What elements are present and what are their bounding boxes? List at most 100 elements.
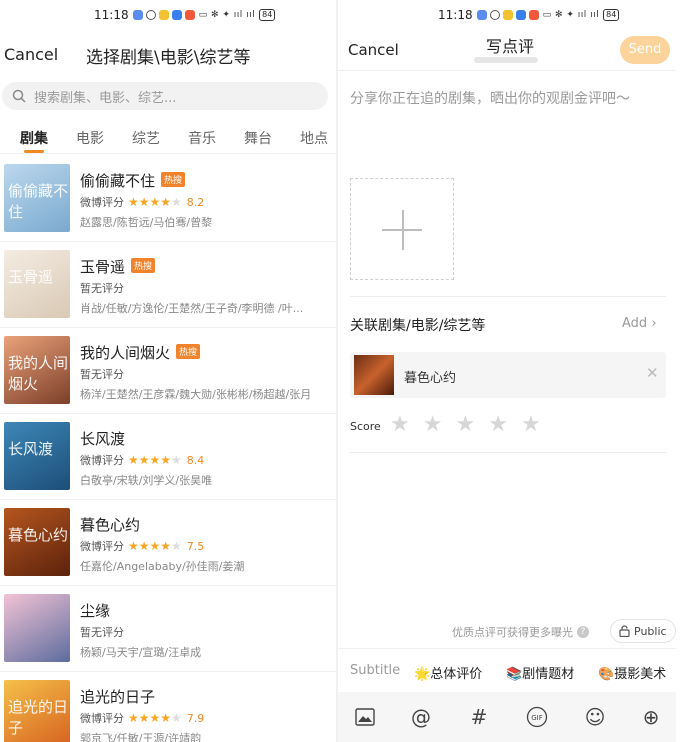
tab-variety[interactable]: 综艺 xyxy=(132,128,160,148)
item-title: 长风渡 xyxy=(80,430,126,448)
item-title: 偷偷藏不住 热搜 xyxy=(80,170,186,191)
page-title: 选择剧集\电影\综艺等 xyxy=(86,48,251,68)
add-image-button[interactable] xyxy=(350,178,454,280)
chevron-right-icon: › xyxy=(651,316,657,331)
related-works-label: 关联剧集/电影/综艺等 xyxy=(350,318,486,334)
item-title: 暮色心约 xyxy=(80,516,141,534)
topic-chips: Subtitle 🌟总体评价 📚剧情题材 🎨摄影美术 xyxy=(338,648,676,692)
cancel-button[interactable]: Cancel xyxy=(348,41,399,59)
tab-series[interactable]: 剧集 xyxy=(20,128,48,148)
status-app-icons xyxy=(476,10,539,20)
linked-work-title: 暮色心约 xyxy=(404,371,457,386)
chip-plot[interactable]: 📚剧情题材 xyxy=(506,663,574,682)
item-rating: 微博评分 ★★★★★ 7.5 xyxy=(80,539,205,553)
help-icon[interactable]: ? xyxy=(577,626,589,638)
rating-star-4[interactable]: ★ xyxy=(488,412,508,438)
search-bar[interactable]: 搜索剧集、电影、综艺... xyxy=(2,82,328,110)
item-title: 玉骨遥 热搜 xyxy=(80,256,156,277)
visibility-toggle[interactable]: Public xyxy=(610,619,676,643)
tab-stage[interactable]: 舞台 xyxy=(244,128,272,148)
hashtag-icon[interactable]: # xyxy=(466,704,492,730)
gif-label: GIF xyxy=(531,714,543,722)
list-item[interactable]: 暮色心约 暮色心约 微博评分 ★★★★★ 7.5 任嘉伦/Angelababy/孙佳雨/姜… xyxy=(0,500,336,586)
chip-overall[interactable]: 🌟总体评价 xyxy=(414,663,482,682)
poster-calligraphy: 我的人间烟火 xyxy=(8,354,69,393)
write-review-screen: 11:18 ▭ ✻ ✦ ııl ııl 84 Cancel 写点评 Send 分… xyxy=(338,0,676,742)
review-text-input[interactable]: 分享你正在追的剧集，晒出你的观剧金评吧～ xyxy=(350,88,630,108)
rating-star-3[interactable]: ★ xyxy=(455,412,475,438)
item-cast: 赵露思/陈哲远/马伯骞/曾黎 xyxy=(80,216,213,229)
status-app-icons xyxy=(132,10,195,20)
send-button[interactable]: Send xyxy=(620,36,670,64)
tip-text: 优质点评可获得更多曝光 xyxy=(452,626,573,639)
blurred-username xyxy=(474,57,538,63)
cancel-button[interactable]: Cancel xyxy=(4,45,58,64)
item-cast: 肖战/任敏/方逸伦/王楚然/王子奇/李明德 /叶... xyxy=(80,302,304,315)
poster-calligraphy: 长风渡 xyxy=(8,440,54,458)
poster-calligraphy: 暮色心约 xyxy=(8,526,69,544)
list-item[interactable]: 玉骨遥 玉骨遥 热搜 暂无评分 肖战/任敏/方逸伦/王楚然/王子奇/李明德 /叶... xyxy=(0,242,336,328)
status-bar: 11:18 ▭ ✻ ✦ ııl ııl 84 xyxy=(94,8,276,22)
item-rating: 微博评分 ★★★★★ 7.9 xyxy=(80,711,205,725)
list-item[interactable]: 长风渡 长风渡 微博评分 ★★★★★ 8.4 白敬亭/宋轶/刘学义/张昊唯 xyxy=(0,414,336,500)
rating-star-1[interactable]: ★ xyxy=(390,412,410,438)
item-cast: 杨洋/王楚然/王彦霖/魏大勋/张彬彬/杨超越/张月 xyxy=(80,388,312,401)
status-system-icons: ▭ ✻ ✦ ııl ııl xyxy=(542,10,600,20)
hot-search-badge: 热搜 xyxy=(161,172,186,187)
item-cast: 杨颖/马天宇/宣璐/汪卓成 xyxy=(80,646,202,659)
chip-cinematography[interactable]: 🎨摄影美术 xyxy=(598,663,666,682)
item-cast: 郭京飞/任敏/王源/许靖韵 xyxy=(80,732,202,742)
item-rating: 暂无评分 xyxy=(80,368,124,381)
item-score: 7.9 xyxy=(186,711,205,725)
hot-search-badge: 热搜 xyxy=(176,344,201,359)
item-title: 尘缘 xyxy=(80,602,111,620)
header-divider xyxy=(338,70,676,71)
divider xyxy=(350,296,666,297)
battery-icon: 84 xyxy=(603,9,620,21)
item-title: 追光的日子 xyxy=(80,688,156,706)
poster-image xyxy=(4,594,70,662)
mention-icon[interactable]: @ xyxy=(408,704,434,730)
page-title: 写点评 xyxy=(486,37,535,56)
item-rating: 微博评分 ★★★★★ 8.2 xyxy=(80,195,205,209)
score-label: Score xyxy=(350,420,381,433)
list-item[interactable]: 我的人间烟火 我的人间烟火 热搜暂无评分杨洋/王楚然/王彦霖/魏大勋/张彬彬/杨超越… xyxy=(0,328,336,414)
item-title: 我的人间烟火 热搜 xyxy=(80,342,201,363)
battery-icon: 84 xyxy=(259,9,276,21)
add-label: Add xyxy=(622,316,648,331)
tab-music[interactable]: 音乐 xyxy=(188,128,216,148)
linked-work-card[interactable]: 暮色心约 ✕ xyxy=(350,352,666,398)
books-emoji-icon: 📚 xyxy=(506,667,523,682)
score-stars: ★ ★ ★ ★ ★ xyxy=(390,412,541,438)
list-item[interactable]: 尘缘 暂无评分 杨颖/马天宇/宣璐/汪卓成 xyxy=(0,586,336,672)
star-rating-icon: ★★★★★ xyxy=(128,453,182,467)
public-label: Public xyxy=(634,624,667,638)
gif-icon[interactable]: GIF xyxy=(524,704,550,730)
plus-circle-icon[interactable]: ⊕ xyxy=(638,704,664,730)
close-icon[interactable]: ✕ xyxy=(646,364,659,382)
list-item[interactable]: 追光的日子 追光的日子 微博评分 ★★★★★ 7.9 郭京飞/任敏/王源/许靖韵 xyxy=(0,672,336,742)
item-cast: 任嘉伦/Angelababy/孙佳雨/姜潮 xyxy=(80,560,245,573)
list-item[interactable]: 偷偷藏不住 偷偷藏不住 热搜 微博评分 ★★★★★ 8.2 赵露思/陈哲远/马伯骞/曾黎 xyxy=(0,156,336,242)
item-rating: 暂无评分 xyxy=(80,282,124,295)
hot-search-badge: 热搜 xyxy=(131,258,156,273)
rating-star-5[interactable]: ★ xyxy=(521,412,541,438)
item-rating: 微博评分 ★★★★★ 8.4 xyxy=(80,453,205,467)
item-score: 8.4 xyxy=(186,453,205,467)
linked-work-poster xyxy=(354,355,394,395)
poster-image: 我的人间烟火 xyxy=(4,336,70,404)
rating-star-2[interactable]: ★ xyxy=(423,412,443,438)
star-rating-icon: ★★★★★ xyxy=(128,539,182,553)
lock-icon xyxy=(619,625,630,637)
tab-places[interactable]: 地点 xyxy=(300,128,328,148)
add-related-button[interactable]: Add › xyxy=(622,316,657,331)
poster-image: 长风渡 xyxy=(4,422,70,490)
tab-movies[interactable]: 电影 xyxy=(76,128,104,148)
image-icon[interactable] xyxy=(352,704,378,730)
star-rating-icon: ★★★★★ xyxy=(128,195,182,209)
item-cast: 白敬亭/宋轶/刘学义/张昊唯 xyxy=(80,474,213,487)
poster-image: 追光的日子 xyxy=(4,680,70,742)
status-system-icons: ▭ ✻ ✦ ııl ııl xyxy=(198,10,256,20)
emoji-icon[interactable]: ☺ xyxy=(582,704,608,730)
subtitle-chip[interactable]: Subtitle xyxy=(350,663,400,678)
